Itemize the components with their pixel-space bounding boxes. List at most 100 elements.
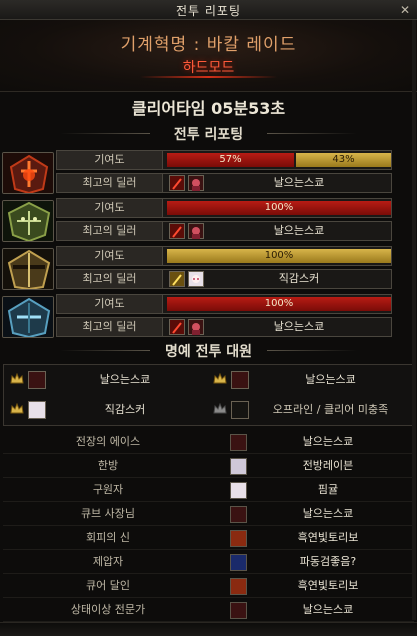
contribution-row: 기여도 100% [56, 246, 392, 266]
title-award-row: 큐어 달인 흑연빛토리보 [3, 574, 414, 598]
title-award-name: 파동검좋음? [299, 555, 357, 568]
character-avatar [230, 482, 247, 499]
gray-crown-icon [213, 403, 227, 414]
contribution-row: 기여도 100% [56, 294, 392, 314]
title-award-label: 전장의 에이스 [75, 435, 141, 448]
best-dealer-row: 최고의 딜러 날으는스쿄 [56, 173, 392, 193]
title-award-name: 핌귤 [317, 483, 339, 496]
character-avatar [28, 371, 46, 389]
window-scrollbar[interactable] [412, 20, 416, 620]
difficulty-mode: 하드모드 [182, 60, 235, 76]
contribution-label: 기여도 [57, 295, 163, 313]
contribution-row: 기여도 100% [56, 198, 392, 218]
contribution-row: 기여도 57% 43% [56, 150, 392, 170]
title-award-row: 전장의 에이스 날으는스쿄 [3, 430, 414, 454]
mode-underline [140, 76, 277, 78]
title-award-name: 흑연빛토리보 [297, 531, 359, 544]
title-award-label: 큐어 달인 [86, 579, 130, 592]
title-award-name: 날으는스쿄 [302, 507, 354, 520]
best-dealer-name: 날으는스쿄 [273, 320, 325, 333]
character-avatar [231, 371, 249, 389]
honor-member[interactable]: 날으는스쿄 [207, 366, 412, 394]
character-avatar [230, 434, 247, 451]
best-dealer-row: 최고의 딜러 날으는스쿄 [56, 221, 392, 241]
party-member: 기여도 100% 최고의 딜러 날으는스쿄 [0, 198, 417, 244]
character-avatar [188, 175, 204, 191]
best-dealer-label: 최고의 딜러 [57, 318, 163, 336]
title-award-label: 한방 [97, 459, 119, 472]
contribution-bar-2: 43% [296, 153, 391, 167]
title-award-row: 제압자 파동검좋음? [3, 550, 414, 574]
best-dealer-label: 최고의 딜러 [57, 270, 163, 288]
contribution-label: 기여도 [57, 247, 163, 265]
raid-header: 기계혁명 : 바칼 레이드 하드모드 [0, 20, 417, 92]
title-award-name: 날으는스쿄 [302, 603, 354, 616]
raid-name: 기계혁명 : 바칼 레이드 [120, 35, 297, 55]
best-dealer-row: 최고의 딜러 직감스커 [56, 269, 392, 289]
window-bottom-edge [0, 622, 417, 636]
character-avatar [230, 602, 247, 619]
honor-member-name: 날으는스쿄 [99, 373, 151, 386]
blue-armor-portrait [2, 296, 54, 338]
best-dealer-label: 최고의 딜러 [57, 222, 163, 240]
best-dealer-name: 날으는스쿄 [273, 224, 325, 237]
character-avatar [230, 554, 247, 571]
title-award-row: 상태이상 전문가 날으는스쿄 [3, 598, 414, 622]
party-member: 기여도 57% 43% 최고의 딜러 날으는스쿄 [0, 150, 417, 196]
best-dealer-row: 최고의 딜러 날으는스쿄 [56, 317, 392, 337]
title-award-label: 큐브 사장님 [80, 507, 136, 520]
best-dealer-name: 직감스커 [278, 272, 320, 285]
title-award-name: 전방레이븐 [302, 459, 354, 472]
red-sword-icon [169, 223, 185, 239]
contribution-bar-1: 57% [167, 153, 294, 167]
character-avatar [230, 530, 247, 547]
character-avatar [188, 223, 204, 239]
honor-member-name: 오프라인 / 클리어 미충족 [272, 403, 389, 416]
contribution-bar-1: 100% [167, 201, 391, 215]
red-sword-icon [169, 175, 185, 191]
title-award-label: 상태이상 전문가 [70, 603, 146, 616]
title-award-row: 구원자 핌귤 [3, 478, 414, 502]
honor-member-name: 직감스커 [104, 403, 146, 416]
green-armor-portrait [2, 200, 54, 242]
title-award-row: 큐브 사장님 날으는스쿄 [3, 502, 414, 526]
red-sword-icon [169, 319, 185, 335]
gold-helm-portrait [2, 248, 54, 290]
title-award-row: 회피의 신 흑연빛토리보 [3, 526, 414, 550]
title-award-name: 흑연빛토리보 [297, 579, 359, 592]
character-avatar [28, 401, 46, 419]
window-title: 전투 리포팅 [175, 4, 241, 18]
character-avatar [188, 271, 204, 287]
honor-member[interactable]: 직감스커 [4, 396, 204, 424]
character-avatar [188, 319, 204, 335]
empty-avatar [231, 401, 249, 419]
best-dealer-label: 최고의 딜러 [57, 174, 163, 192]
character-avatar [230, 506, 247, 523]
title-award-label: 회피의 신 [86, 531, 130, 544]
honor-member: 오프라인 / 클리어 미충족 [207, 396, 412, 424]
gold-crown-icon [10, 373, 24, 384]
title-award-label: 제압자 [92, 555, 124, 568]
party-member: 기여도 100% 최고의 딜러 직감스커 [0, 246, 417, 292]
clear-time: 클리어타임 05분53초 [131, 99, 286, 118]
window-titlebar: 전투 리포팅 ✕ [0, 0, 417, 20]
title-award-label: 구원자 [92, 483, 124, 496]
gold-sword-icon [169, 271, 185, 287]
gold-crown-icon [10, 403, 24, 414]
honor-section-title: 명예 전투 대원 [0, 341, 417, 361]
contribution-label: 기여도 [57, 151, 163, 169]
best-dealer-name: 날으는스쿄 [273, 176, 325, 189]
honor-member[interactable]: 날으는스쿄 [4, 366, 204, 394]
title-award-row: 한방 전방레이븐 [3, 454, 414, 478]
honor-member-name: 날으는스쿄 [305, 373, 356, 386]
report-section-title: 전투 리포팅 [0, 124, 417, 144]
contribution-label: 기여도 [57, 199, 163, 217]
gold-crown-icon [213, 373, 227, 384]
close-icon[interactable]: ✕ [398, 3, 412, 17]
red-mask-portrait [2, 152, 54, 194]
character-avatar [230, 458, 247, 475]
contribution-bar-1: 100% [167, 249, 391, 263]
party-member: 기여도 100% 최고의 딜러 날으는스쿄 [0, 294, 417, 340]
contribution-bar-1: 100% [167, 297, 391, 311]
title-award-name: 날으는스쿄 [302, 435, 354, 448]
